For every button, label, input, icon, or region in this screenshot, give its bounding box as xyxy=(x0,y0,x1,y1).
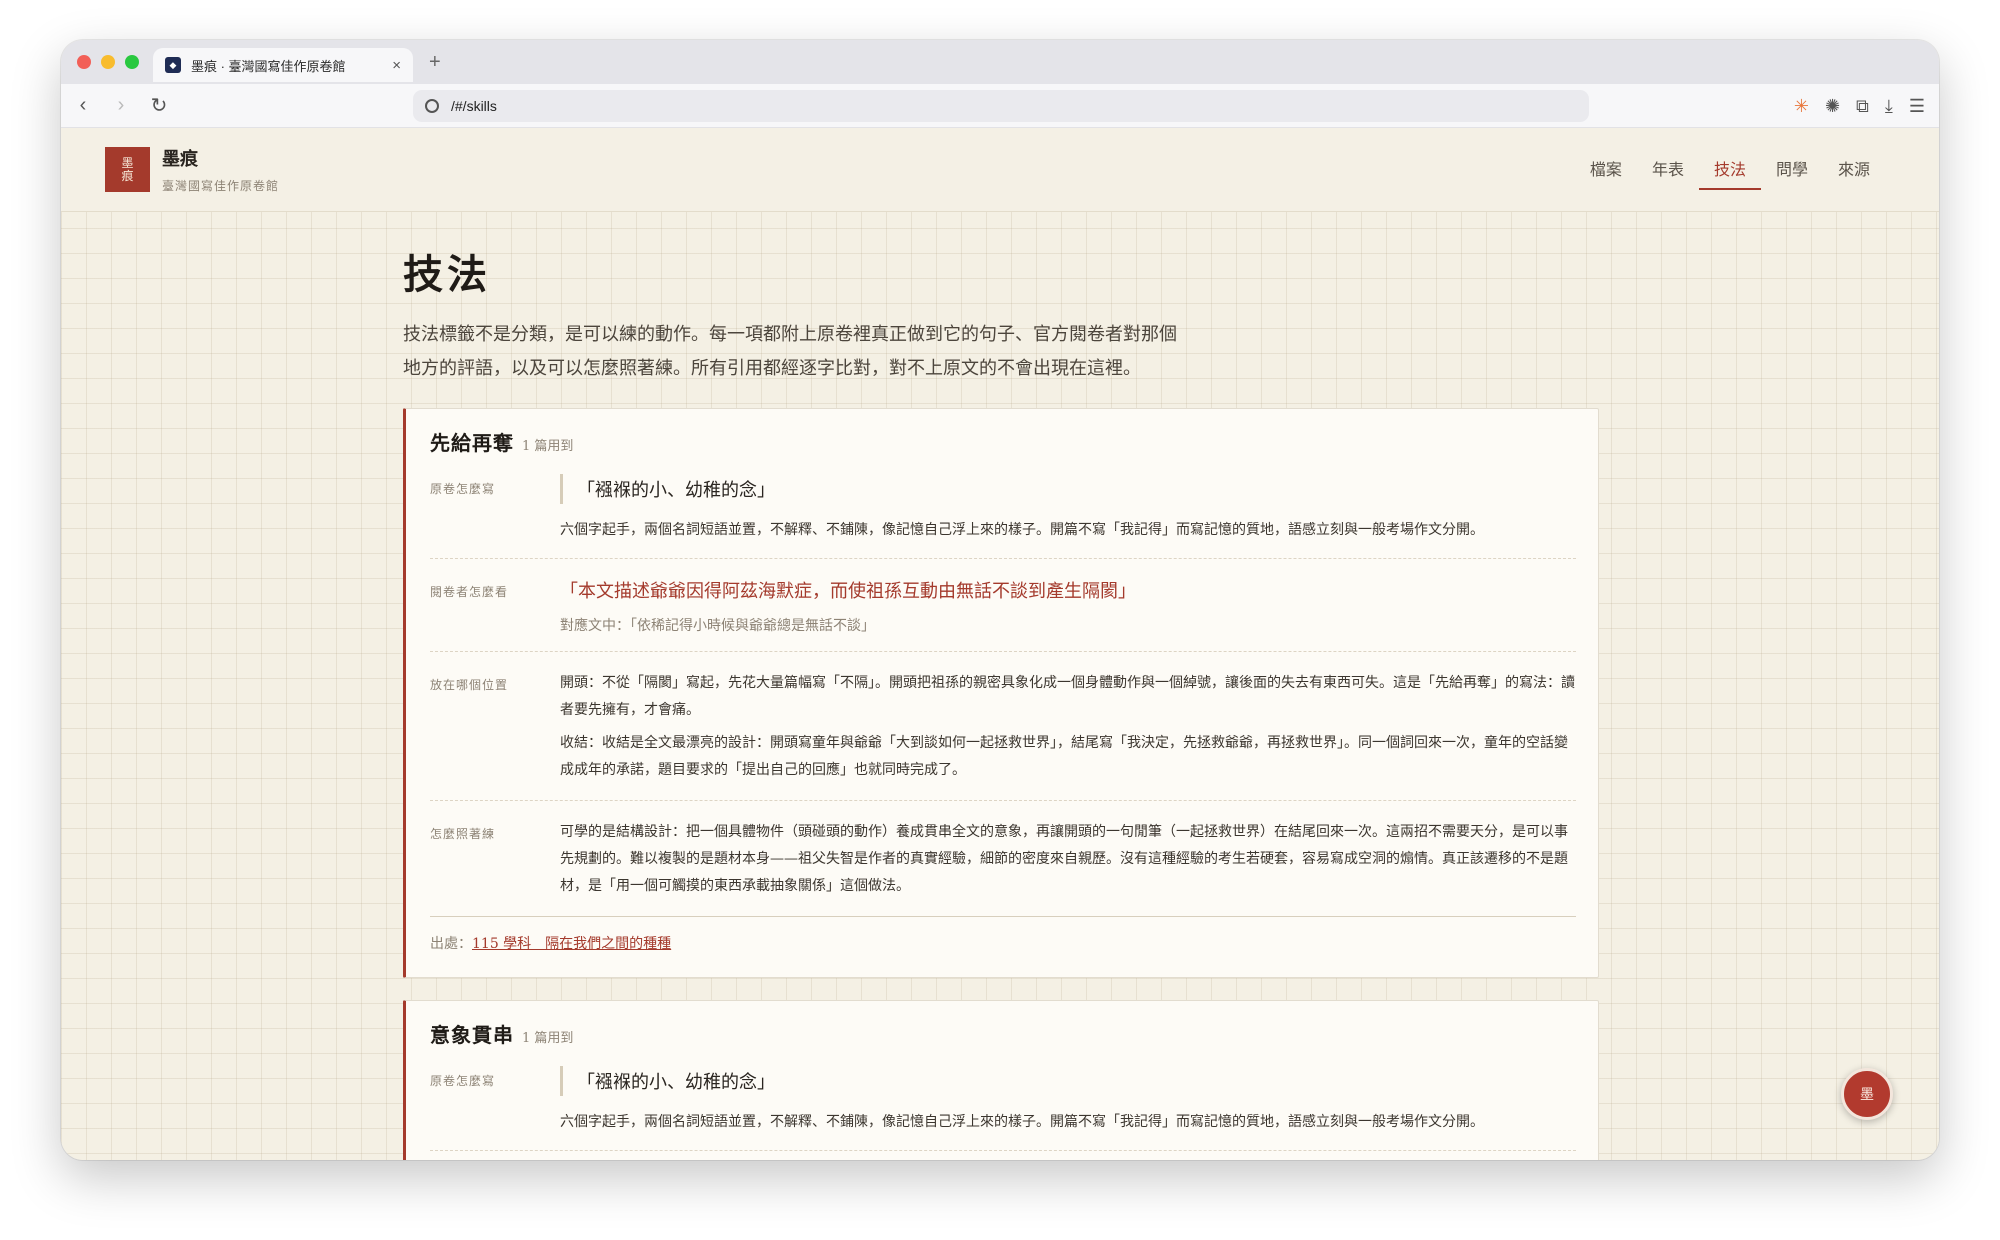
logo-char-2: 痕 xyxy=(121,168,134,183)
site-subtitle: 臺灣國寫佳作原卷館 xyxy=(162,179,280,193)
minimize-window-button[interactable] xyxy=(101,55,115,69)
row-label: 閱卷者怎麼看 xyxy=(430,585,509,599)
forward-button[interactable]: › xyxy=(105,94,137,117)
page-title: 技法 xyxy=(403,251,491,298)
skill-usage-count: 1 篇用到 xyxy=(522,1031,574,1046)
row-label: 原卷怎麼寫 xyxy=(430,1074,496,1088)
nav-item-skills[interactable]: 技法 xyxy=(1698,152,1761,190)
url-text[interactable]: /#/skills xyxy=(451,98,497,114)
skill-title: 先給再奪 xyxy=(430,431,514,455)
site-logo[interactable]: 墨 痕 xyxy=(105,147,150,192)
nav-item-archive[interactable]: 檔案 xyxy=(1575,152,1637,188)
tab-title: 墨痕 · 臺灣國寫佳作原卷館 xyxy=(191,58,346,74)
browser-toolbar: ‹ › ↻ /#/skills ✳ ✺ ⧉ ⤓ ☰ xyxy=(61,84,1939,128)
source-line: 出處：115 學科 隔在我們之間的種種 xyxy=(430,933,1576,953)
original-quote: 「襁褓的小、幼稚的念」 xyxy=(560,1066,1576,1096)
site-info-icon[interactable] xyxy=(425,99,439,113)
zoom-window-button[interactable] xyxy=(125,55,139,69)
puzzle-icon[interactable]: ⧉ xyxy=(1856,96,1869,117)
source-link[interactable]: 115 學科 隔在我們之間的種種 xyxy=(472,936,671,952)
address-bar[interactable]: /#/skills xyxy=(413,90,1589,122)
page-intro: 技法標籤不是分類，是可以練的動作。每一項都附上原卷裡真正做到它的句子、官方閱卷者… xyxy=(403,324,1177,379)
close-window-button[interactable] xyxy=(77,55,91,69)
skill-card-header: 先給再奪 1 篇用到 xyxy=(430,427,1576,456)
window-controls xyxy=(61,55,153,69)
toolbar-actions: ✳ ✺ ⧉ ⤓ ☰ xyxy=(1794,84,1925,128)
skill-card-header: 意象貫串 1 篇用到 xyxy=(430,1019,1576,1048)
row-practice: 怎麼照著練 可學的是結構設計：把一個具體物件（頭碰頭的動作）養成貫串全文的意象，… xyxy=(430,801,1576,917)
row-grader: 閱卷者怎麼看 「本文描述爺爺因得阿茲海默症，而使祖孫互動由無話不談到產生隔閡」 … xyxy=(430,559,1576,652)
tab-close-icon[interactable]: × xyxy=(392,57,401,74)
skill-usage-count: 1 篇用到 xyxy=(522,439,574,454)
grader-reference: 對應文中：「依稀記得小時候與爺爺總是無話不談」 xyxy=(560,618,875,634)
source-prefix: 出處： xyxy=(430,936,472,952)
row-label: 放在哪個位置 xyxy=(430,678,509,692)
menu-icon[interactable]: ☰ xyxy=(1909,96,1925,117)
brand[interactable]: 墨痕 臺灣國寫佳作原卷館 xyxy=(162,145,279,194)
original-quote: 「襁褓的小、幼稚的念」 xyxy=(560,474,1576,504)
row-original: 原卷怎麼寫 「襁褓的小、幼稚的念」 六個字起手，兩個名詞短語並置，不解釋、不鋪陳… xyxy=(430,1048,1576,1151)
row-label: 怎麼照著練 xyxy=(430,827,496,841)
skill-card: 意象貫串 1 篇用到 原卷怎麼寫 「襁褓的小、幼稚的念」 六個字起手，兩個名詞短… xyxy=(403,1000,1599,1160)
reload-button[interactable]: ↻ xyxy=(143,93,175,118)
nav-item-sources[interactable]: 來源 xyxy=(1823,152,1885,188)
nav-item-questions[interactable]: 問學 xyxy=(1761,152,1823,188)
original-note: 六個字起手，兩個名詞短語並置，不解釋、不鋪陳，像記憶自己浮上來的樣子。開篇不寫「… xyxy=(560,1114,1484,1130)
floating-seal-button[interactable]: 墨 xyxy=(1841,1068,1893,1120)
page-viewport[interactable]: 墨 痕 墨痕 臺灣國寫佳作原卷館 檔案 年表 技法 問學 來源 技法 技法標籤不… xyxy=(61,128,1939,1160)
row-label: 原卷怎麼寫 xyxy=(430,482,496,496)
practice-text: 可學的是結構設計：把一個具體物件（頭碰頭的動作）養成貫串全文的意象，再讓開頭的一… xyxy=(560,824,1568,894)
position-opening: 開頭：不從「隔閡」寫起，先花大量篇幅寫「不隔」。開頭把祖孫的親密具象化成一個身體… xyxy=(560,675,1575,718)
back-button[interactable]: ‹ xyxy=(67,94,99,117)
row-position: 放在哪個位置 開頭：不從「隔閡」寫起，先花大量篇幅寫「不隔」。開頭把祖孫的親密具… xyxy=(430,652,1576,801)
site-nav: 檔案 年表 技法 問學 來源 xyxy=(1575,128,1885,212)
assistant-icon[interactable]: ✳ xyxy=(1794,96,1809,117)
extension-icon[interactable]: ✺ xyxy=(1825,96,1840,117)
browser-window: ◆ 墨痕 · 臺灣國寫佳作原卷館 × + ‹ › ↻ /#/skills ✳ ✺… xyxy=(61,40,1939,1160)
position-ending: 收結：收結是全文最漂亮的設計：開頭寫童年與爺爺「大到談如何一起拯救世界」，結尾寫… xyxy=(560,735,1568,778)
logo-char-1: 墨 xyxy=(121,155,134,170)
site-name: 墨痕 xyxy=(162,149,198,170)
download-icon[interactable]: ⤓ xyxy=(1885,96,1893,117)
seal-char: 墨 xyxy=(1860,1087,1874,1103)
browser-tab-active[interactable]: ◆ 墨痕 · 臺灣國寫佳作原卷館 × xyxy=(153,48,413,82)
skill-title: 意象貫串 xyxy=(430,1023,514,1047)
nav-item-timeline[interactable]: 年表 xyxy=(1637,152,1699,188)
new-tab-button[interactable]: + xyxy=(429,51,441,74)
site-favicon-icon: ◆ xyxy=(165,57,181,73)
main-content: 技法 技法標籤不是分類，是可以練的動作。每一項都附上原卷裡真正做到它的句子、官方… xyxy=(403,242,1599,1160)
row-original: 原卷怎麼寫 「襁褓的小、幼稚的念」 六個字起手，兩個名詞短語並置，不解釋、不鋪陳… xyxy=(430,456,1576,559)
site-header: 墨 痕 墨痕 臺灣國寫佳作原卷館 檔案 年表 技法 問學 來源 xyxy=(61,128,1939,212)
tab-strip: ◆ 墨痕 · 臺灣國寫佳作原卷館 × + xyxy=(61,40,1939,84)
grader-quote: 「本文描述爺爺因得阿茲海默症，而使祖孫互動由無話不談到產生隔閡」 xyxy=(560,581,1136,602)
skill-card: 先給再奪 1 篇用到 原卷怎麼寫 「襁褓的小、幼稚的念」 六個字起手，兩個名詞短… xyxy=(403,408,1599,978)
original-note: 六個字起手，兩個名詞短語並置，不解釋、不鋪陳，像記憶自己浮上來的樣子。開篇不寫「… xyxy=(560,522,1484,538)
